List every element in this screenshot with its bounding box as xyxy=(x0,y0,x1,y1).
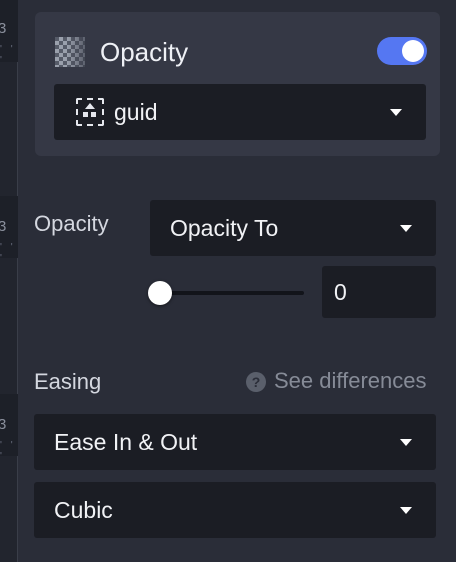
toggle-knob xyxy=(402,40,424,62)
chevron-down-icon xyxy=(400,507,412,514)
opacity-slider-handle[interactable] xyxy=(148,281,172,305)
enable-toggle[interactable] xyxy=(377,37,427,65)
easing-type-value: Ease In & Out xyxy=(54,429,198,455)
easing-curve-value: Cubic xyxy=(54,497,113,523)
strip-dots: ' ' ' xyxy=(0,440,16,462)
target-element-value: guid xyxy=(114,99,158,125)
strip-dots: ' ' ' xyxy=(0,44,16,66)
question-circle-icon[interactable]: ? xyxy=(246,372,266,392)
opacity-mode-value: Opacity To xyxy=(170,215,279,241)
opacity-action-card: Opacity guid xyxy=(35,12,440,156)
see-differences-link[interactable]: See differences xyxy=(274,368,426,394)
opacity-slider-track[interactable] xyxy=(160,291,304,295)
target-element-icon xyxy=(76,98,104,126)
opacity-mode-dropdown[interactable]: Opacity To xyxy=(150,200,436,256)
chevron-down-icon xyxy=(400,439,412,446)
strip-cell[interactable]: 3 ' ' ' xyxy=(0,394,18,462)
strip-number: 3 xyxy=(0,218,7,235)
strip-cell[interactable]: 3 ' ' ' xyxy=(0,0,18,66)
opacity-value-input[interactable] xyxy=(322,266,436,318)
card-title: Opacity xyxy=(100,37,189,67)
chevron-down-icon xyxy=(400,225,412,232)
target-element-dropdown[interactable]: guid xyxy=(54,84,426,140)
strip-dots: ' ' ' xyxy=(0,242,16,264)
opacity-label: Opacity xyxy=(34,211,109,236)
checkerboard-icon xyxy=(55,37,85,67)
chevron-down-icon xyxy=(390,109,402,116)
easing-curve-dropdown[interactable]: Cubic xyxy=(34,482,436,538)
strip-cell[interactable]: 3 ' ' ' xyxy=(0,196,18,264)
easing-type-dropdown[interactable]: Ease In & Out xyxy=(34,414,436,470)
strip-number: 3 xyxy=(0,416,7,433)
easing-label: Easing xyxy=(34,369,102,394)
strip-number: 3 xyxy=(0,20,7,37)
left-timeline-strip: 3 ' ' ' 3 ' ' ' 3 ' ' ' xyxy=(0,0,18,562)
